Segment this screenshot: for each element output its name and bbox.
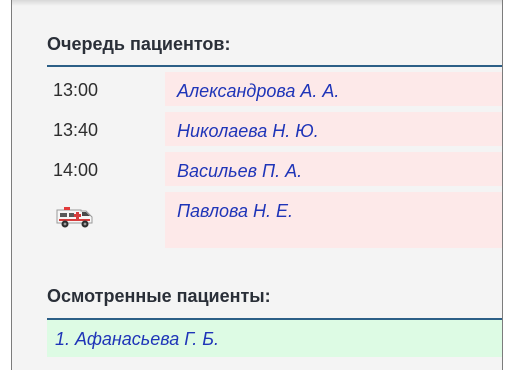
patient-cell: Николаева Н. Ю. [165,112,502,146]
panel-top-shadow [12,0,502,6]
queue-list: 13:00 Александрова А. А. 13:40 Николаева… [47,68,502,250]
queue-row-emergency[interactable]: Павлова Н. Е. [47,188,502,250]
page: Очередь пациентов: 13:00 Александрова А.… [0,0,507,370]
patient-cell: Александрова А. А. [165,72,502,106]
appointment-time: 13:00 [53,80,99,100]
patient-cell: Васильев П. А. [165,152,502,186]
patient-name-link[interactable]: Васильев П. А. [177,161,302,182]
queue-row[interactable]: 14:00 Васильев П. А. [47,148,502,188]
patient-cell: Павлова Н. Е. [165,192,502,248]
patient-name-link[interactable]: Александрова А. А. [177,81,339,102]
queue-header: Очередь пациентов: [47,34,502,67]
queue-row[interactable]: 13:40 Николаева Н. Ю. [47,108,502,148]
appointment-time: 14:00 [53,160,99,180]
patient-name-link[interactable]: Николаева Н. Ю. [177,121,319,142]
patients-panel: Очередь пациентов: 13:00 Александрова А.… [11,0,503,370]
examined-header: Осмотренные пациенты: [47,286,502,320]
patient-name-link[interactable]: Павлова Н. Е. [177,201,293,222]
ambulance-icon [56,207,93,228]
queue-row[interactable]: 13:00 Александрова А. А. [47,68,502,108]
examined-list: 1. Афанасьева Г. Б. [47,320,502,357]
appointment-time: 13:40 [53,120,99,140]
examined-patient-link[interactable]: 1. Афанасьева Г. Б. [55,329,219,350]
